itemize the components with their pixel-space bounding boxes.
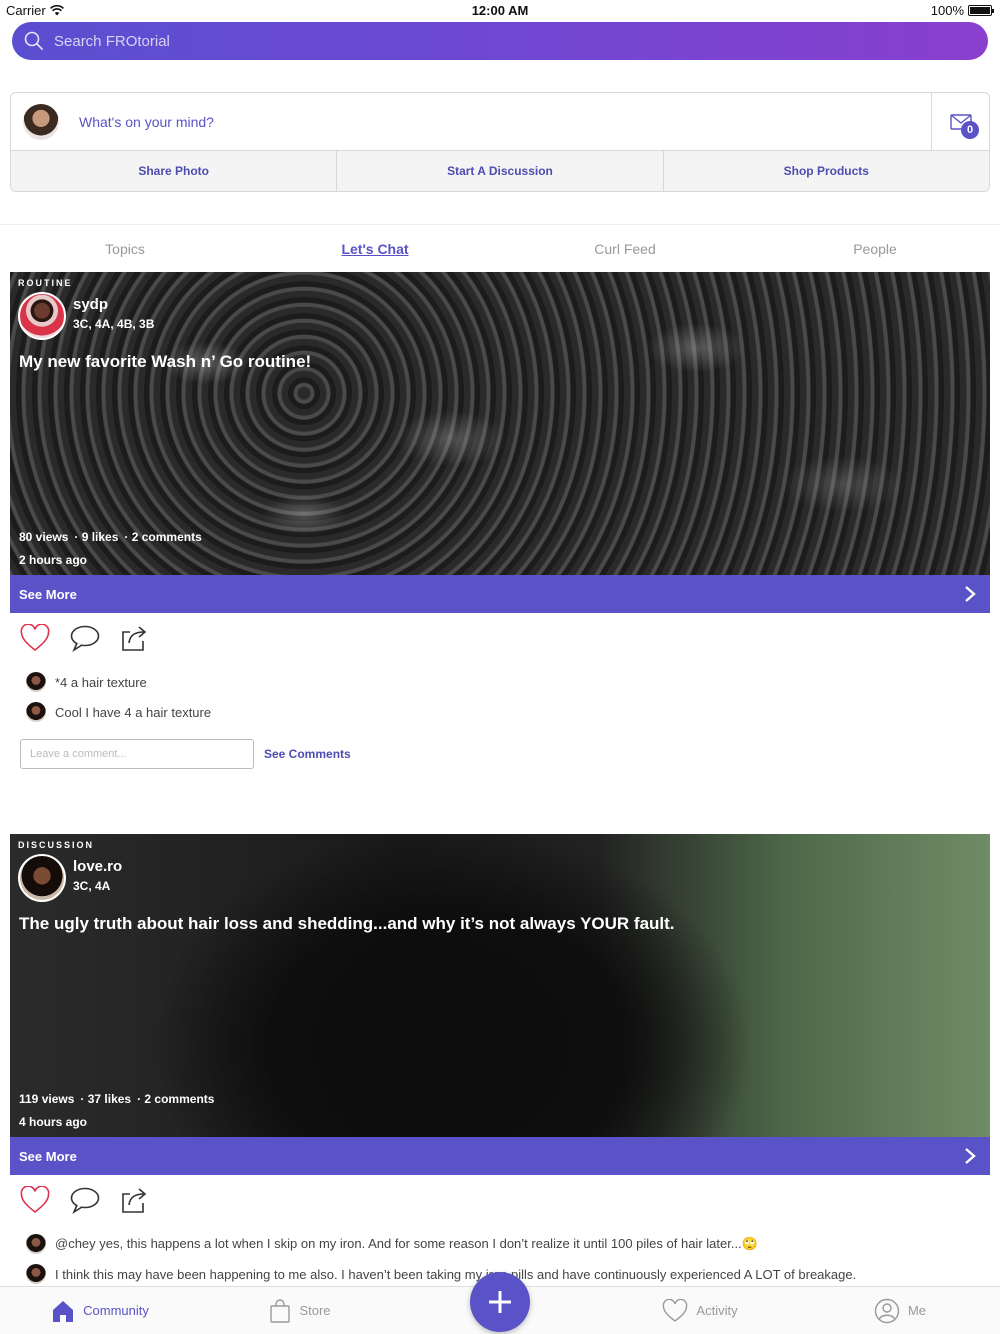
see-comments-link[interactable]: See Comments [264,747,351,761]
view-count: 80 views [19,530,69,544]
post-hero[interactable]: ROUTINE sydp 3C, 4A, 4B, 3B My new favor… [10,272,990,575]
tab-bar-store[interactable]: Store [200,1287,400,1334]
post-category-tag: DISCUSSION [18,840,95,850]
share-icon[interactable] [120,1186,148,1214]
clock: 12:00 AM [471,3,529,18]
post-stats: 80 views · 9 likes · 2 comments [19,530,202,544]
plus-icon [489,1291,511,1313]
see-more-label: See More [19,586,77,602]
comment-input[interactable] [20,739,254,769]
author-hair-type: 3C, 4A [73,879,111,893]
post-time-ago: 4 hours ago [19,1115,88,1129]
home-icon [53,1300,74,1322]
see-more-label: See More [19,1148,77,1164]
tab-bar-label: Me [907,1303,927,1318]
heart-outline-icon [663,1298,688,1322]
comment-entry-row: See Comments [10,727,990,769]
post-title[interactable]: My new favorite Wash n’ Go routine! [19,352,979,372]
like-count: · 9 likes [74,530,119,544]
shop-products-button[interactable]: Shop Products [664,151,989,191]
post-actions [10,613,990,657]
commenter-avatar[interactable] [26,672,46,692]
composer-top-row: What's on your mind? 0 [11,92,989,151]
comment-item: Cool I have 4 a hair texture [26,697,990,727]
chevron-right-icon [965,586,976,602]
post-card: ROUTINE sydp 3C, 4A, 4B, 3B My new favor… [10,272,990,769]
comment-bubble-icon[interactable] [70,1186,100,1214]
feed-tabs: Topics Let's Chat Curl Feed People [0,224,1000,272]
comment-bubble-icon[interactable] [70,624,100,652]
tab-bar-me[interactable]: Me [800,1287,1000,1334]
post-category-tag: ROUTINE [18,278,73,288]
see-more-button[interactable]: See More [10,1137,990,1175]
wifi-icon [49,5,64,16]
heart-icon[interactable] [20,1186,50,1214]
author-hair-type: 3C, 4A, 4B, 3B [73,317,155,331]
tab-topics[interactable]: Topics [0,225,250,272]
tab-bar-community[interactable]: Community [0,1287,200,1334]
comment-item: @chey yes, this happens a lot when I ski… [26,1229,990,1259]
post-title[interactable]: The ugly truth about hair loss and shedd… [19,914,979,934]
carrier-group: Carrier [6,3,64,18]
profile-icon [874,1298,900,1323]
post-stats: 119 views · 37 likes · 2 comments [19,1092,214,1106]
battery-percent: 100% [930,3,964,18]
tab-people[interactable]: People [750,225,1000,272]
comment-text: @chey yes, this happens a lot when I ski… [55,1236,758,1251]
search-input[interactable] [54,32,954,50]
post-hero[interactable]: DISCUSSION love.ro 3C, 4A The ugly truth… [10,834,990,1137]
tab-bar-label: Store [299,1303,331,1318]
inbox-count-badge: 0 [961,120,979,139]
author-username[interactable]: love.ro [73,858,122,875]
create-post-button[interactable] [470,1272,530,1332]
comment-count: · 2 comments [137,1092,215,1106]
post-actions [10,1175,990,1219]
comment-count: · 2 comments [124,530,202,544]
heart-icon[interactable] [20,624,50,652]
comment-text: *4 a hair texture [55,674,147,690]
commenter-avatar[interactable] [26,702,46,722]
author-avatar[interactable] [18,292,66,340]
commenter-avatar[interactable] [26,1234,46,1254]
author-username[interactable]: sydp [73,296,108,313]
comment-list: *4 a hair texture Cool I have 4 a hair t… [10,657,990,727]
comment-text: Cool I have 4 a hair texture [55,704,212,720]
share-icon[interactable] [120,624,148,652]
tab-bar-label: Community [83,1303,149,1318]
author-avatar[interactable] [18,854,66,902]
chevron-right-icon [965,1148,976,1164]
tab-lets-chat[interactable]: Let's Chat [250,225,500,272]
comment-text: I think this may have been happening to … [55,1266,857,1282]
search-bar[interactable] [12,22,988,60]
composer-prompt[interactable]: What's on your mind? [79,114,931,130]
user-avatar[interactable] [23,103,59,140]
like-count: · 37 likes [80,1092,132,1106]
tab-bar-label: Activity [696,1303,738,1318]
shopping-bag-icon [270,1298,291,1323]
status-bar: Carrier 12:00 AM 100% [0,0,1000,20]
comment-item: *4 a hair texture [26,667,990,697]
start-discussion-button[interactable]: Start A Discussion [337,151,664,191]
composer-actions: Share Photo Start A Discussion Shop Prod… [11,151,989,191]
post-time-ago: 2 hours ago [19,553,88,567]
view-count: 119 views [19,1092,75,1106]
inbox-button[interactable]: 0 [931,92,989,151]
commenter-avatar[interactable] [26,1264,46,1284]
post-card: DISCUSSION love.ro 3C, 4A The ugly truth… [10,834,990,1289]
search-icon [24,31,44,51]
battery-icon [968,5,994,16]
carrier-label: Carrier [6,3,46,18]
tab-bar-activity[interactable]: Activity [600,1287,800,1334]
tab-curl-feed[interactable]: Curl Feed [500,225,750,272]
post-composer: What's on your mind? 0 Share Photo Start… [10,92,990,192]
battery-group: 100% [930,3,994,18]
see-more-button[interactable]: See More [10,575,990,613]
share-photo-button[interactable]: Share Photo [11,151,338,191]
